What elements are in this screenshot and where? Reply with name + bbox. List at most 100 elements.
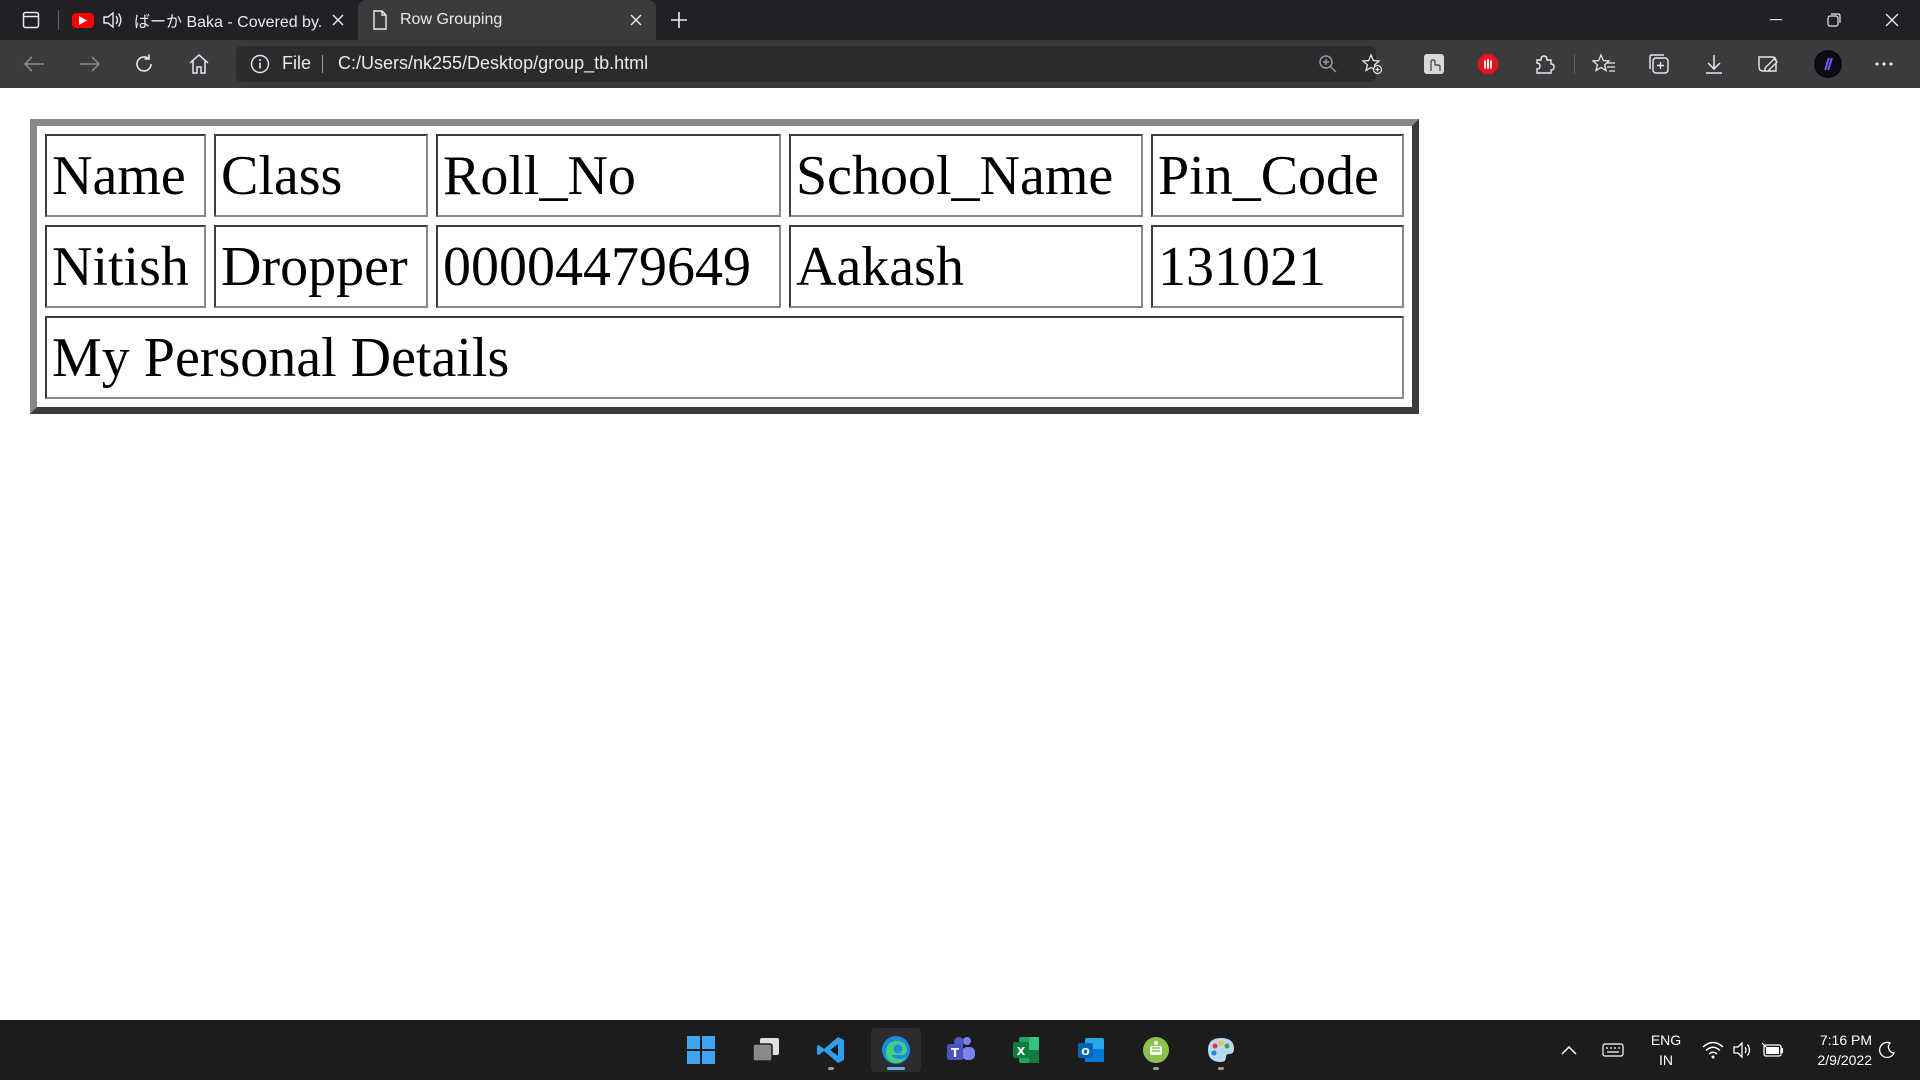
adblock-extension-icon[interactable] [1470, 48, 1506, 80]
start-button[interactable] [676, 1028, 726, 1072]
back-button[interactable] [16, 48, 52, 80]
volume-icon[interactable] [1730, 1038, 1756, 1062]
tab-strip: ばーか Baka - Covered by. Ri Row Grouping [0, 0, 1920, 40]
cell-class: Dropper [214, 225, 428, 308]
browser-essentials-icon[interactable] [1750, 48, 1786, 80]
tab-title: ばーか Baka - Covered by. Ri [134, 14, 324, 31]
info-icon[interactable] [250, 54, 270, 74]
show-hidden-icons-button[interactable] [1556, 1038, 1582, 1062]
collections-icon[interactable] [1642, 48, 1678, 80]
do-not-disturb-icon [1879, 1041, 1895, 1059]
youtube-icon [72, 12, 94, 28]
more-horizontal-icon [1875, 62, 1893, 66]
clock-date: 2/9/2022 [1817, 1052, 1873, 1068]
running-indicator [1153, 1067, 1159, 1070]
paint-icon [1208, 1038, 1234, 1062]
cell-pin-code: 131021 [1151, 225, 1404, 308]
taskbar-app-paint[interactable] [1196, 1028, 1246, 1072]
tab-actions-button[interactable] [14, 8, 48, 32]
language-region: IN [1659, 1052, 1673, 1068]
taskbar-app-excel[interactable]: X [1001, 1028, 1051, 1072]
notification-center-button[interactable] [1874, 1038, 1900, 1062]
details-table: Name Class Roll_No School_Name Pin_Code … [30, 119, 1419, 414]
address-separator [322, 55, 323, 73]
edge-icon [882, 1036, 910, 1064]
tab-divider [58, 10, 59, 30]
keyboard-icon[interactable] [1600, 1038, 1626, 1062]
taskbar-app-teams[interactable]: T [936, 1028, 986, 1072]
plus-icon [671, 12, 687, 28]
arrow-left-icon [23, 56, 44, 72]
page-viewport: Name Class Roll_No School_Name Pin_Code … [0, 88, 1920, 1020]
running-indicator [828, 1067, 834, 1070]
minimize-button[interactable] [1748, 0, 1804, 40]
arrow-right-icon [80, 56, 101, 72]
wifi-icon[interactable] [1700, 1038, 1726, 1062]
browser-toolbar: File C:/Users/nk255/Desktop/group_tb.htm… [0, 40, 1920, 88]
cell-roll-no: 00004479649 [436, 225, 781, 308]
taskbar-app-outlook[interactable]: O [1066, 1028, 1116, 1072]
battery-icon[interactable] [1760, 1038, 1786, 1062]
header-cell-roll-no: Roll_No [436, 134, 781, 217]
avatar-icon [1814, 50, 1842, 78]
windows-logo-icon [687, 1036, 715, 1064]
running-indicator [1218, 1067, 1224, 1070]
active-indicator [887, 1067, 905, 1070]
toolbar-divider [1574, 54, 1575, 74]
language-code: ENG [1650, 1032, 1682, 1048]
home-button[interactable] [181, 48, 217, 80]
refresh-button[interactable] [126, 48, 162, 80]
tab-row-grouping[interactable]: Row Grouping [358, 0, 656, 40]
more-options-button[interactable] [1866, 48, 1902, 80]
close-icon [1885, 13, 1899, 27]
taskbar-app-vscode[interactable] [806, 1028, 856, 1072]
refresh-icon [136, 54, 152, 72]
outlook-icon: O [1078, 1038, 1104, 1062]
address-url[interactable]: C:/Users/nk255/Desktop/group_tb.html [338, 53, 648, 74]
address-scheme-label: File [282, 53, 312, 73]
restore-button[interactable] [1806, 0, 1862, 40]
vscode-icon [817, 1037, 844, 1063]
favorites-icon[interactable] [1586, 48, 1622, 80]
extension-touch-icon[interactable] [1416, 48, 1452, 80]
forward-button[interactable] [72, 48, 108, 80]
speaker-icon[interactable] [102, 10, 124, 30]
close-icon [630, 14, 642, 26]
cell-school-name: Aakash [789, 225, 1143, 308]
add-favorite-icon[interactable] [1360, 52, 1384, 76]
profile-avatar[interactable] [1810, 48, 1846, 80]
close-window-button[interactable] [1864, 0, 1920, 40]
extensions-icon[interactable] [1526, 48, 1562, 80]
task-view-button[interactable] [741, 1028, 791, 1072]
svg-text:X: X [1017, 1045, 1026, 1058]
address-bar[interactable]: File C:/Users/nk255/Desktop/group_tb.htm… [236, 46, 1383, 82]
taskbar-app-edge[interactable] [871, 1028, 921, 1072]
tab-close-button[interactable] [324, 6, 352, 34]
teams-icon: T [947, 1037, 975, 1060]
home-icon [189, 53, 209, 74]
table-footer-row: My Personal Details [45, 316, 1404, 399]
restore-icon [1827, 13, 1841, 27]
tab-title: Row Grouping [400, 11, 503, 28]
input-language-indicator[interactable]: ENG IN [1646, 1030, 1686, 1070]
windows-taskbar: T X O ENG IN 7:16 PM 2/9/2022 [0, 1020, 1920, 1080]
svg-text:O: O [1081, 1047, 1090, 1058]
minimize-icon [1770, 19, 1782, 21]
tab-youtube[interactable]: ばーか Baka - Covered by. Ri [64, 0, 358, 40]
header-cell-pin-code: Pin_Code [1151, 134, 1404, 217]
footer-cell: My Personal Details [45, 316, 1404, 399]
tab-actions-icon [22, 11, 40, 29]
zoom-icon[interactable] [1316, 52, 1340, 76]
new-tab-button[interactable] [664, 6, 694, 34]
header-cell-class: Class [214, 134, 428, 217]
svg-text:T: T [951, 1046, 960, 1060]
header-cell-name: Name [45, 134, 206, 217]
system-clock[interactable]: 7:16 PM 2/9/2022 [1796, 1030, 1873, 1070]
task-view-icon [752, 1038, 779, 1062]
tab-close-button[interactable] [622, 6, 650, 34]
taskbar-app-android-studio[interactable] [1131, 1028, 1181, 1072]
chevron-up-icon [1561, 1045, 1577, 1055]
clock-time: 7:16 PM [1819, 1032, 1872, 1048]
download-icon[interactable] [1696, 48, 1732, 80]
table-header-row: Name Class Roll_No School_Name Pin_Code [45, 134, 1404, 217]
